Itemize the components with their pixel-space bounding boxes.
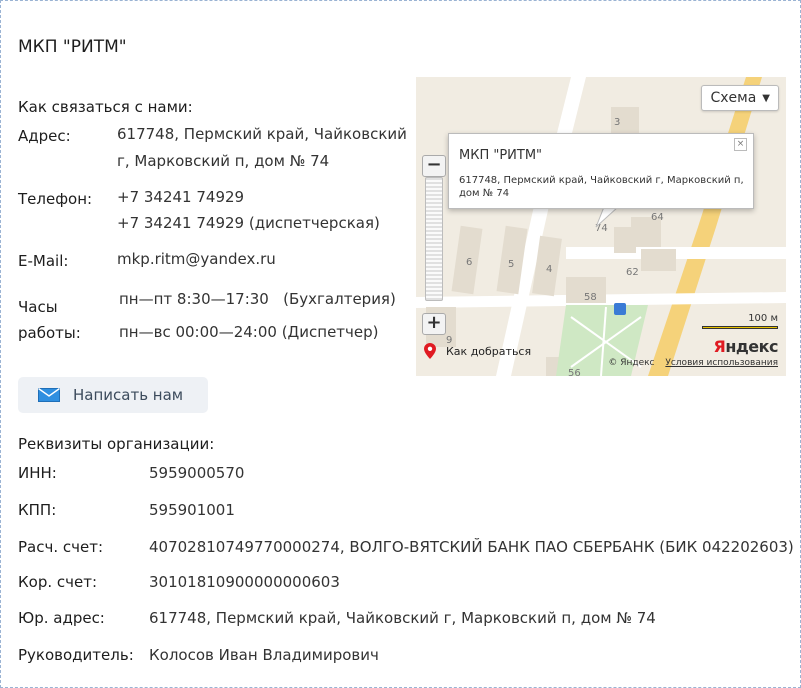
- director-label: Руководитель:: [18, 646, 134, 664]
- email-label: E-Mail:: [18, 252, 69, 270]
- director-value: Колосов Иван Владимирович: [149, 646, 379, 664]
- map-layer-label: Схема: [710, 90, 757, 106]
- yandex-logo: Яндекс: [713, 337, 779, 356]
- route-label: Как добраться: [446, 344, 532, 358]
- inn-value: 5959000570: [149, 464, 245, 482]
- map-copyright: © Яндекс Условия использования: [608, 358, 778, 368]
- hours-label-line-2: работы:: [18, 324, 81, 342]
- svg-text:62: 62: [626, 267, 639, 278]
- close-icon[interactable]: ×: [734, 138, 747, 151]
- legal-address-value: 617748, Пермский край, Чайковский г, Мар…: [149, 609, 656, 627]
- bus-stop-icon: [614, 303, 626, 315]
- map-background: 3 64 74 62 6 5 4 58 9 56: [416, 77, 786, 376]
- balloon-address: 617748, Пермский край, Чайковский г, Мар…: [459, 175, 744, 199]
- kpp-value: 595901001: [149, 501, 235, 519]
- legal-address-label: Юр. адрес:: [18, 609, 105, 627]
- copyright-text: © Яндекс: [608, 358, 655, 368]
- hours-label-line-1: Часы: [18, 298, 58, 316]
- corr-account-label: Кор. счет:: [18, 573, 98, 591]
- route-link[interactable]: Как добраться: [424, 343, 531, 359]
- svg-text:56: 56: [568, 368, 581, 376]
- svg-text:58: 58: [584, 292, 597, 303]
- svg-text:3: 3: [614, 117, 620, 128]
- corr-account-value: 30101810900000000603: [149, 573, 340, 591]
- zoom-slider[interactable]: [425, 177, 443, 301]
- scale-label: 100 м: [748, 313, 778, 324]
- address-label: Адрес:: [18, 127, 71, 145]
- phone-label: Телефон:: [18, 190, 93, 208]
- hours-line-1: пн—пт 8:30—17:30 (Бухгалтерия): [119, 290, 396, 308]
- balloon-title: МКП "РИТМ": [459, 148, 543, 163]
- yandex-map[interactable]: 3 64 74 62 6 5 4 58 9 56 Схема ▼ МКП "РИ…: [416, 77, 786, 376]
- account-value: 40702810749770000274, ВОЛГО-ВЯТСКИЙ БАНК…: [149, 538, 794, 556]
- map-layer-button[interactable]: Схема ▼: [701, 85, 779, 111]
- zoom-out-button[interactable]: −: [422, 155, 446, 177]
- contacts-heading: Как связаться с нами:: [18, 98, 193, 116]
- address-line-1: 617748, Пермский край, Чайковский: [117, 125, 407, 143]
- phone-2[interactable]: +7 34241 74929 (диспетчерская): [117, 210, 380, 237]
- contacts-panel: МКП "РИТМ" Как связаться с нами: Адрес: …: [0, 0, 801, 688]
- svg-text:64: 64: [651, 212, 664, 223]
- chevron-down-icon: ▼: [762, 92, 770, 104]
- envelope-icon: [38, 388, 60, 402]
- phone-1[interactable]: +7 34241 74929: [117, 184, 244, 211]
- map-balloon: МКП "РИТМ" 617748, Пермский край, Чайков…: [448, 133, 754, 209]
- svg-text:5: 5: [508, 259, 514, 270]
- email-link[interactable]: mkp.ritm@yandex.ru: [117, 246, 276, 273]
- hours-line-2: пн—вс 00:00—24:00 (Диспетчер): [119, 323, 379, 341]
- svg-text:4: 4: [546, 264, 552, 275]
- write-us-label: Написать нам: [73, 386, 184, 404]
- zoom-in-button[interactable]: +: [422, 313, 446, 335]
- svg-text:6: 6: [466, 257, 472, 268]
- inn-label: ИНН:: [18, 464, 57, 482]
- terms-link[interactable]: Условия использования: [665, 358, 778, 368]
- account-label: Расч. счет:: [18, 538, 104, 556]
- requisites-heading: Реквизиты организации:: [18, 435, 215, 453]
- write-us-button[interactable]: Написать нам: [18, 377, 208, 413]
- page-title: МКП "РИТМ": [18, 37, 127, 57]
- address-line-2: г, Марковский п, дом № 74: [117, 152, 330, 170]
- kpp-label: КПП:: [18, 501, 57, 519]
- scale-bar: [702, 326, 778, 329]
- pin-icon: [424, 343, 436, 359]
